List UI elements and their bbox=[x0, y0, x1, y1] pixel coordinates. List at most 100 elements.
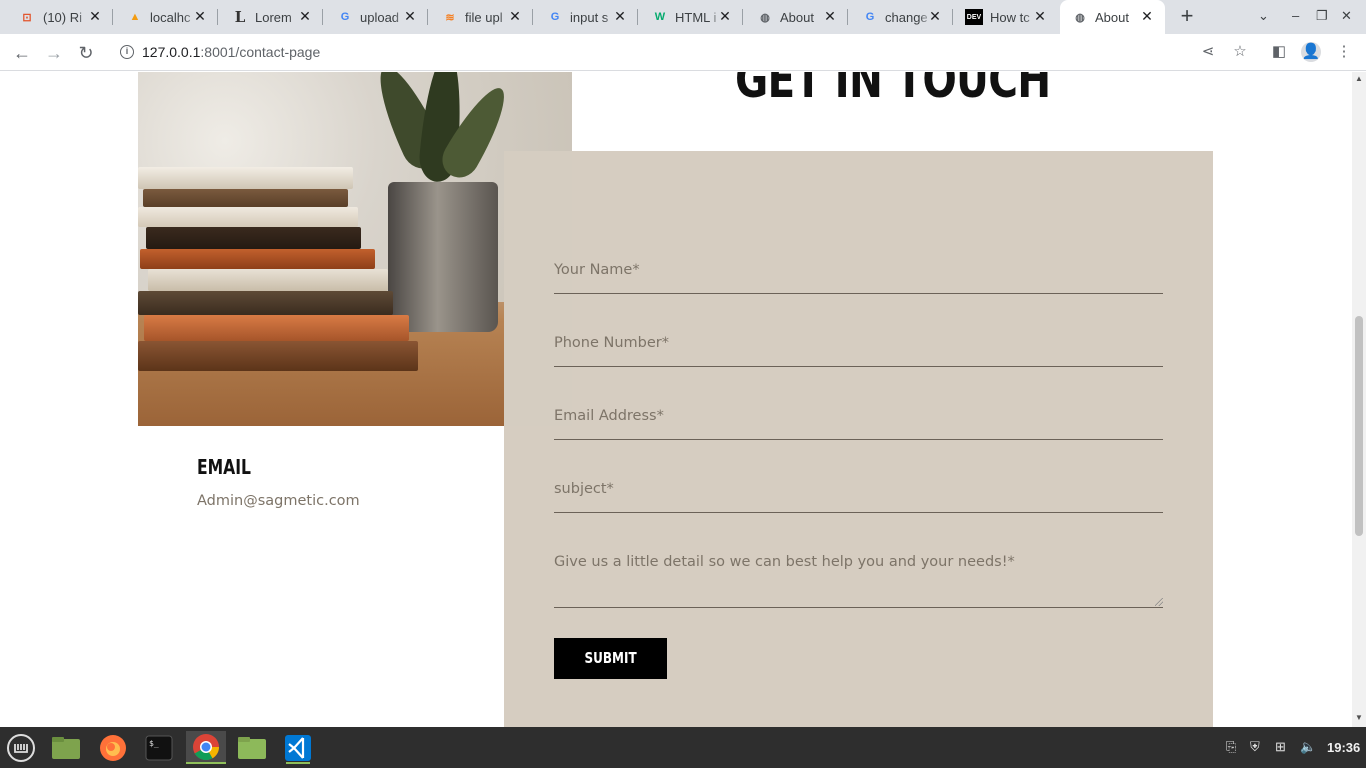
scroll-up-icon[interactable]: ▲ bbox=[1355, 74, 1363, 83]
resize-handle-icon[interactable] bbox=[1155, 598, 1163, 606]
name-placeholder: Your Name* bbox=[554, 262, 640, 278]
browser-tab[interactable]: DEV How tc ✕ bbox=[953, 0, 1058, 34]
book bbox=[140, 249, 375, 269]
browser-menu-icon[interactable]: ⋮ bbox=[1334, 42, 1354, 62]
email-placeholder: Email Address* bbox=[554, 408, 664, 424]
new-tab-icon[interactable]: + bbox=[1176, 5, 1198, 28]
browser-tab[interactable]: L Lorem ✕ bbox=[218, 0, 323, 34]
url-path: :8001/contact-page bbox=[200, 44, 321, 60]
address-url[interactable]: 127.0.0.1:8001/contact-page bbox=[142, 44, 320, 60]
side-panel-icon[interactable]: ◧ bbox=[1269, 42, 1289, 62]
browser-tab[interactable]: ≋ file upl ✕ bbox=[428, 0, 533, 34]
clipboard-icon[interactable]: ⎘ bbox=[1226, 739, 1236, 755]
dev-icon: DEV bbox=[965, 9, 983, 25]
tab-title: About bbox=[1095, 10, 1129, 25]
google-icon: G bbox=[340, 11, 350, 23]
book bbox=[138, 341, 418, 371]
tab-title: (10) Ri bbox=[43, 10, 83, 25]
browser-tab-strip: ⊡ (10) Ri ✕ ▲ localhc ✕ L Lorem ✕ G uplo… bbox=[0, 0, 1366, 34]
tab-title: About bbox=[780, 10, 814, 25]
page-title: GET IN TOUCH bbox=[734, 72, 1051, 110]
scroll-down-icon[interactable]: ▼ bbox=[1355, 713, 1363, 722]
scrollbar-thumb[interactable] bbox=[1355, 316, 1363, 536]
globe-icon: ◍ bbox=[1075, 11, 1085, 24]
minimize-icon[interactable]: – bbox=[1292, 8, 1299, 23]
subject-field[interactable]: subject* bbox=[554, 477, 1163, 513]
terminal-icon[interactable]: $_ bbox=[141, 731, 177, 764]
close-tab-icon[interactable]: ✕ bbox=[822, 8, 838, 24]
tab-title: input s bbox=[570, 10, 609, 25]
tab-title: localhc bbox=[150, 10, 191, 25]
volume-icon[interactable]: 🔈 bbox=[1300, 739, 1316, 755]
svg-text:$_: $_ bbox=[149, 739, 159, 748]
close-tab-icon[interactable]: ✕ bbox=[507, 8, 523, 24]
window-close-icon[interactable]: ✕ bbox=[1341, 8, 1352, 24]
w3schools-icon: W bbox=[654, 11, 666, 23]
reload-icon[interactable]: ↻ bbox=[74, 41, 98, 65]
firefox-icon[interactable] bbox=[95, 731, 131, 764]
tab-title: How tc bbox=[990, 10, 1030, 25]
tab-title: file upl bbox=[465, 10, 503, 25]
google-icon: G bbox=[865, 11, 875, 23]
tab-title: Lorem bbox=[255, 10, 292, 25]
close-tab-icon[interactable]: ✕ bbox=[402, 8, 418, 24]
browser-tab-active[interactable]: ◍ About ✕ bbox=[1060, 0, 1165, 34]
restore-icon[interactable]: ❐ bbox=[1316, 8, 1328, 24]
folder-icon[interactable] bbox=[234, 731, 270, 764]
browser-tab[interactable]: G upload ✕ bbox=[323, 0, 428, 34]
message-textarea[interactable]: Give us a little detail so we can best h… bbox=[554, 550, 1163, 608]
profile-avatar-icon[interactable]: 👤 bbox=[1301, 42, 1321, 62]
site-info-icon[interactable]: i bbox=[120, 45, 134, 59]
book bbox=[148, 269, 388, 291]
browser-tab[interactable]: G input s ✕ bbox=[533, 0, 638, 34]
network-icon[interactable]: ⊞ bbox=[1275, 739, 1286, 755]
close-tab-icon[interactable]: ✕ bbox=[612, 8, 628, 24]
running-indicator bbox=[286, 762, 310, 764]
google-icon: G bbox=[550, 11, 560, 23]
book bbox=[138, 167, 353, 189]
plant-pot bbox=[388, 182, 498, 332]
close-tab-icon[interactable]: ✕ bbox=[717, 8, 733, 24]
page-scrollbar[interactable]: ▲ ▼ bbox=[1352, 72, 1366, 727]
email-field[interactable]: Email Address* bbox=[554, 404, 1163, 440]
forward-icon[interactable]: → bbox=[42, 41, 66, 65]
tab-title: upload bbox=[360, 10, 400, 25]
files-icon[interactable] bbox=[48, 731, 84, 764]
book bbox=[144, 315, 409, 341]
close-tab-icon[interactable]: ✕ bbox=[927, 8, 943, 24]
shield-icon[interactable]: ⛨ bbox=[1250, 739, 1260, 755]
book bbox=[143, 189, 348, 207]
close-tab-icon[interactable]: ✕ bbox=[87, 8, 103, 24]
tab-search-icon[interactable]: ⌄ bbox=[1258, 8, 1269, 24]
vscode-icon[interactable] bbox=[280, 731, 316, 764]
close-tab-icon[interactable]: ✕ bbox=[1139, 8, 1155, 24]
phone-field[interactable]: Phone Number* bbox=[554, 331, 1163, 367]
chrome-icon[interactable] bbox=[186, 731, 226, 764]
submit-button[interactable]: SUBMIT bbox=[554, 638, 667, 679]
name-field[interactable]: Your Name* bbox=[554, 258, 1163, 294]
back-icon[interactable]: ← bbox=[10, 41, 34, 65]
stackoverflow-icon: ≋ bbox=[445, 11, 455, 24]
browser-tab[interactable]: G change ✕ bbox=[848, 0, 953, 34]
globe-icon: ◍ bbox=[760, 11, 770, 24]
close-tab-icon[interactable]: ✕ bbox=[297, 8, 313, 24]
browser-tab[interactable]: ▲ localhc ✕ bbox=[113, 0, 218, 34]
lipsum-icon: L bbox=[234, 8, 246, 26]
browser-tab[interactable]: ⊡ (10) Ri ✕ bbox=[0, 0, 113, 34]
page-viewport: GET IN TOUCH Your Name* Phone Number* Em… bbox=[0, 72, 1352, 727]
close-tab-icon[interactable]: ✕ bbox=[1032, 8, 1048, 24]
tab-title: HTML i bbox=[675, 10, 717, 25]
subject-placeholder: subject* bbox=[554, 481, 614, 497]
url-host: 127.0.0.1 bbox=[142, 44, 201, 60]
address-bar[interactable]: i 127.0.0.1:8001/contact-page bbox=[108, 37, 1258, 68]
browser-tab[interactable]: W HTML i ✕ bbox=[638, 0, 743, 34]
close-tab-icon[interactable]: ✕ bbox=[192, 8, 208, 24]
bookmark-star-icon[interactable]: ☆ bbox=[1230, 42, 1250, 62]
clock[interactable]: 19:36 bbox=[1327, 740, 1360, 755]
phone-placeholder: Phone Number* bbox=[554, 335, 670, 351]
menu-icon[interactable] bbox=[3, 731, 39, 764]
browser-tab[interactable]: ◍ About ✕ bbox=[743, 0, 848, 34]
share-icon[interactable]: ⋖ bbox=[1198, 42, 1218, 62]
tab-title: change bbox=[885, 10, 928, 25]
browser-toolbar: ← → ↻ i 127.0.0.1:8001/contact-page ⋖ ☆ … bbox=[0, 34, 1366, 71]
